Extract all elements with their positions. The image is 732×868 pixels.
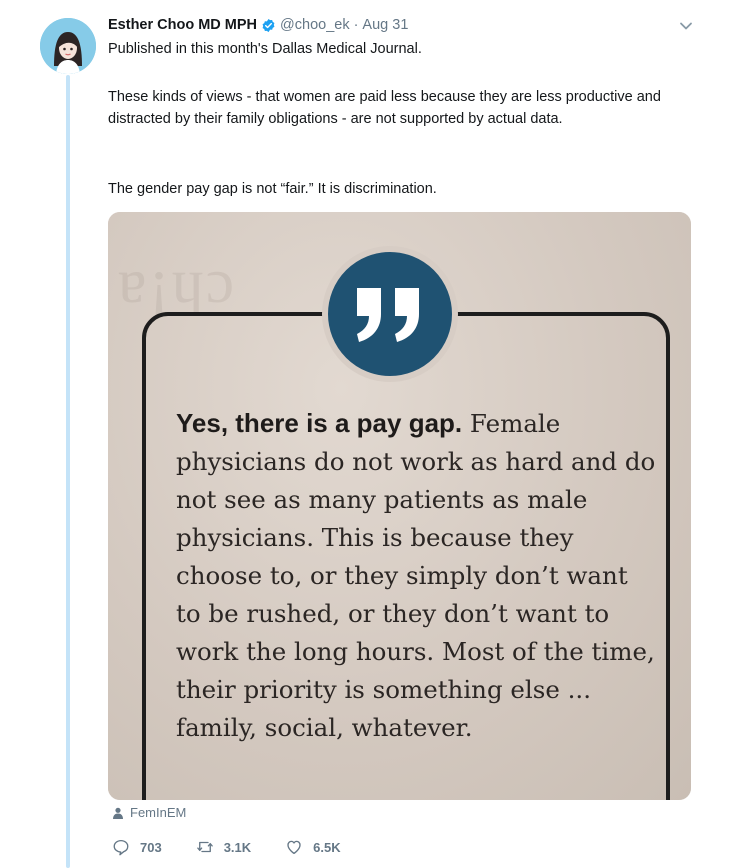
avatar[interactable] xyxy=(40,18,96,74)
retweet-icon xyxy=(196,841,213,853)
retweet-count: 3.1K xyxy=(223,839,252,855)
author-handle[interactable]: @choo_ek xyxy=(280,17,350,33)
tweet-actions: 703 3.1K 6.5K xyxy=(112,838,375,856)
tweet-header: Esther Choo MD MPH @choo_ek · Aug 31 xyxy=(108,14,408,36)
quote-mark-icon xyxy=(357,288,419,342)
media-tag-label: FemInEM xyxy=(130,805,187,820)
reply-count: 703 xyxy=(140,839,162,855)
verified-badge-icon xyxy=(262,18,275,32)
faded-print-texture: ɐ¡ɥɔ xyxy=(118,245,237,316)
quote-body: Female physicians do not work as hard an… xyxy=(176,409,656,742)
retweet-button[interactable]: 3.1K xyxy=(196,838,251,856)
reply-button[interactable]: 703 xyxy=(112,838,162,856)
tweet-text-line-1: Published in this month's Dallas Medical… xyxy=(108,41,422,57)
chevron-down-icon[interactable] xyxy=(678,18,694,34)
tweet-text-line-2: These kinds of views - that women are pa… xyxy=(108,89,661,127)
like-button[interactable]: 6.5K xyxy=(285,838,341,856)
quote-badge xyxy=(322,246,458,382)
tweet-date[interactable]: Aug 31 xyxy=(362,17,408,33)
heart-icon xyxy=(287,840,301,855)
author-name[interactable]: Esther Choo MD MPH xyxy=(108,17,257,33)
avatar-illustration xyxy=(40,18,96,74)
separator-dot: · xyxy=(353,17,359,33)
reply-icon xyxy=(113,839,129,856)
quote-lead: Yes, there is a pay gap. xyxy=(176,408,463,438)
media-tag[interactable]: FemInEM xyxy=(112,805,186,820)
like-count: 6.5K xyxy=(313,839,341,855)
quote-text: Yes, there is a pay gap. Female physicia… xyxy=(176,404,656,747)
tweet-text-line-3: The gender pay gap is not “fair.” It is … xyxy=(108,181,437,197)
person-icon xyxy=(113,807,123,819)
thread-line xyxy=(66,75,70,868)
tweet-photo[interactable]: ɐ¡ɥɔ Yes, there is a pay gap. Female phy… xyxy=(108,212,691,800)
